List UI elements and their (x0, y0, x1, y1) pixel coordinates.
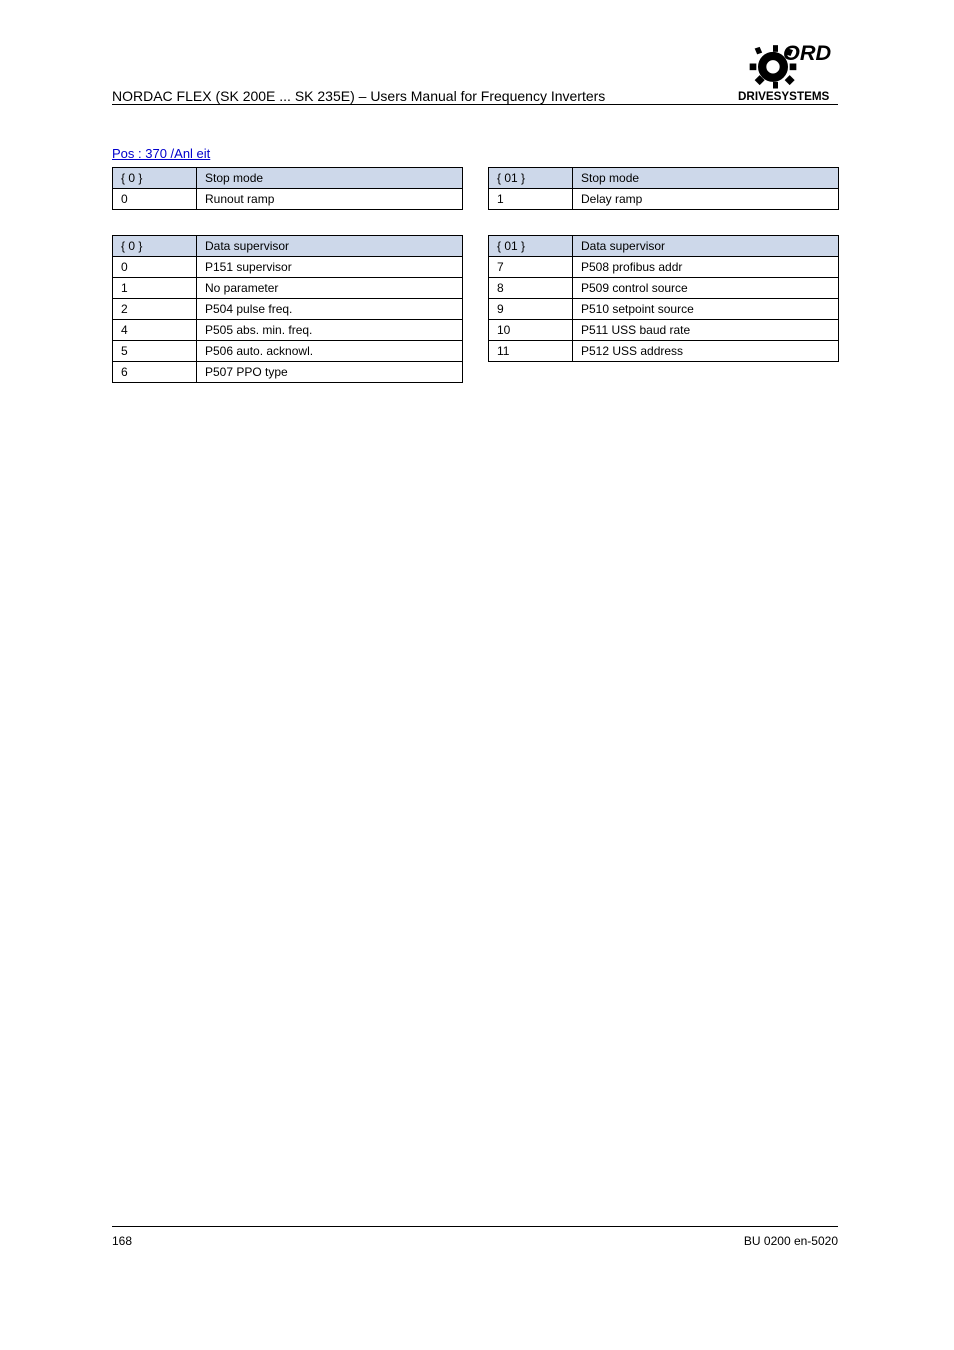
cell-label: P505 abs. min. freq. (197, 320, 463, 341)
page-title: NORDAC FLEX (SK 200E ... SK 235E) – User… (112, 88, 605, 104)
cell-code: 2 (113, 299, 197, 320)
cell-label: Runout ramp (197, 189, 463, 210)
cell-code: 1 (489, 189, 573, 210)
reference-link[interactable]: Pos : 370 /Anl eit (112, 146, 210, 161)
stop-mode-left-table: { 0 } Stop mode 0 Runout ramp (112, 167, 463, 210)
header-label: Stop mode (197, 168, 463, 189)
cell-code: 9 (489, 299, 573, 320)
cell-label: P509 control source (573, 278, 839, 299)
cell-label: P508 profibus addr (573, 257, 839, 278)
cell-label: P504 pulse freq. (197, 299, 463, 320)
cell-label: P151 supervisor (197, 257, 463, 278)
cell-label: P510 setpoint source (573, 299, 839, 320)
cell-label: P512 USS address (573, 341, 839, 362)
cell-code: 10 (489, 320, 573, 341)
svg-text:ORD: ORD (783, 40, 831, 65)
header-code: { 0 } (113, 168, 197, 189)
table-row: 5P506 auto. acknowl. (113, 341, 463, 362)
table-row: 11P512 USS address (489, 341, 839, 362)
header-code: { 01 } (489, 236, 573, 257)
table-row: 9P510 setpoint source (489, 299, 839, 320)
cell-label: P507 PPO type (197, 362, 463, 383)
table-row: 0P151 supervisor (113, 257, 463, 278)
table-row: 4P505 abs. min. freq. (113, 320, 463, 341)
table-row: 8P509 control source (489, 278, 839, 299)
data-supervisor-left-table: { 0 } Data supervisor 0P151 supervisor 1… (112, 235, 463, 383)
cell-code: 1 (113, 278, 197, 299)
nord-logo: ORD DRIVESYSTEMS (738, 30, 838, 102)
header-code: { 0 } (113, 236, 197, 257)
table-row: 6P507 PPO type (113, 362, 463, 383)
table-header-row: { 01 } Stop mode (489, 168, 839, 189)
table-row: 10P511 USS baud rate (489, 320, 839, 341)
header-label: Stop mode (573, 168, 839, 189)
doc-reference: BU 0200 en-5020 (744, 1234, 838, 1248)
cell-code: 4 (113, 320, 197, 341)
svg-text:DRIVESYSTEMS: DRIVESYSTEMS (738, 90, 830, 102)
cell-code: 8 (489, 278, 573, 299)
cell-label: No parameter (197, 278, 463, 299)
header-code: { 01 } (489, 168, 573, 189)
stop-mode-right-table: { 01 } Stop mode 1 Delay ramp (488, 167, 839, 210)
table-row: 0 Runout ramp (113, 189, 463, 210)
header-label: Data supervisor (197, 236, 463, 257)
cell-code: 0 (113, 257, 197, 278)
table-header-row: { 01 } Data supervisor (489, 236, 839, 257)
cell-code: 6 (113, 362, 197, 383)
header-label: Data supervisor (573, 236, 839, 257)
footer-rule (112, 1226, 838, 1227)
table-row: 7P508 profibus addr (489, 257, 839, 278)
cell-label: P511 USS baud rate (573, 320, 839, 341)
cell-code: 11 (489, 341, 573, 362)
cell-label: P506 auto. acknowl. (197, 341, 463, 362)
header-rule (112, 104, 838, 105)
page-number: 168 (112, 1234, 132, 1248)
cell-code: 7 (489, 257, 573, 278)
cell-code: 5 (113, 341, 197, 362)
cell-code: 0 (113, 189, 197, 210)
table-header-row: { 0 } Stop mode (113, 168, 463, 189)
data-supervisor-right-table: { 01 } Data supervisor 7P508 profibus ad… (488, 235, 839, 362)
table-row: 2P504 pulse freq. (113, 299, 463, 320)
cell-label: Delay ramp (573, 189, 839, 210)
table-row: 1No parameter (113, 278, 463, 299)
table-row: 1 Delay ramp (489, 189, 839, 210)
table-header-row: { 0 } Data supervisor (113, 236, 463, 257)
